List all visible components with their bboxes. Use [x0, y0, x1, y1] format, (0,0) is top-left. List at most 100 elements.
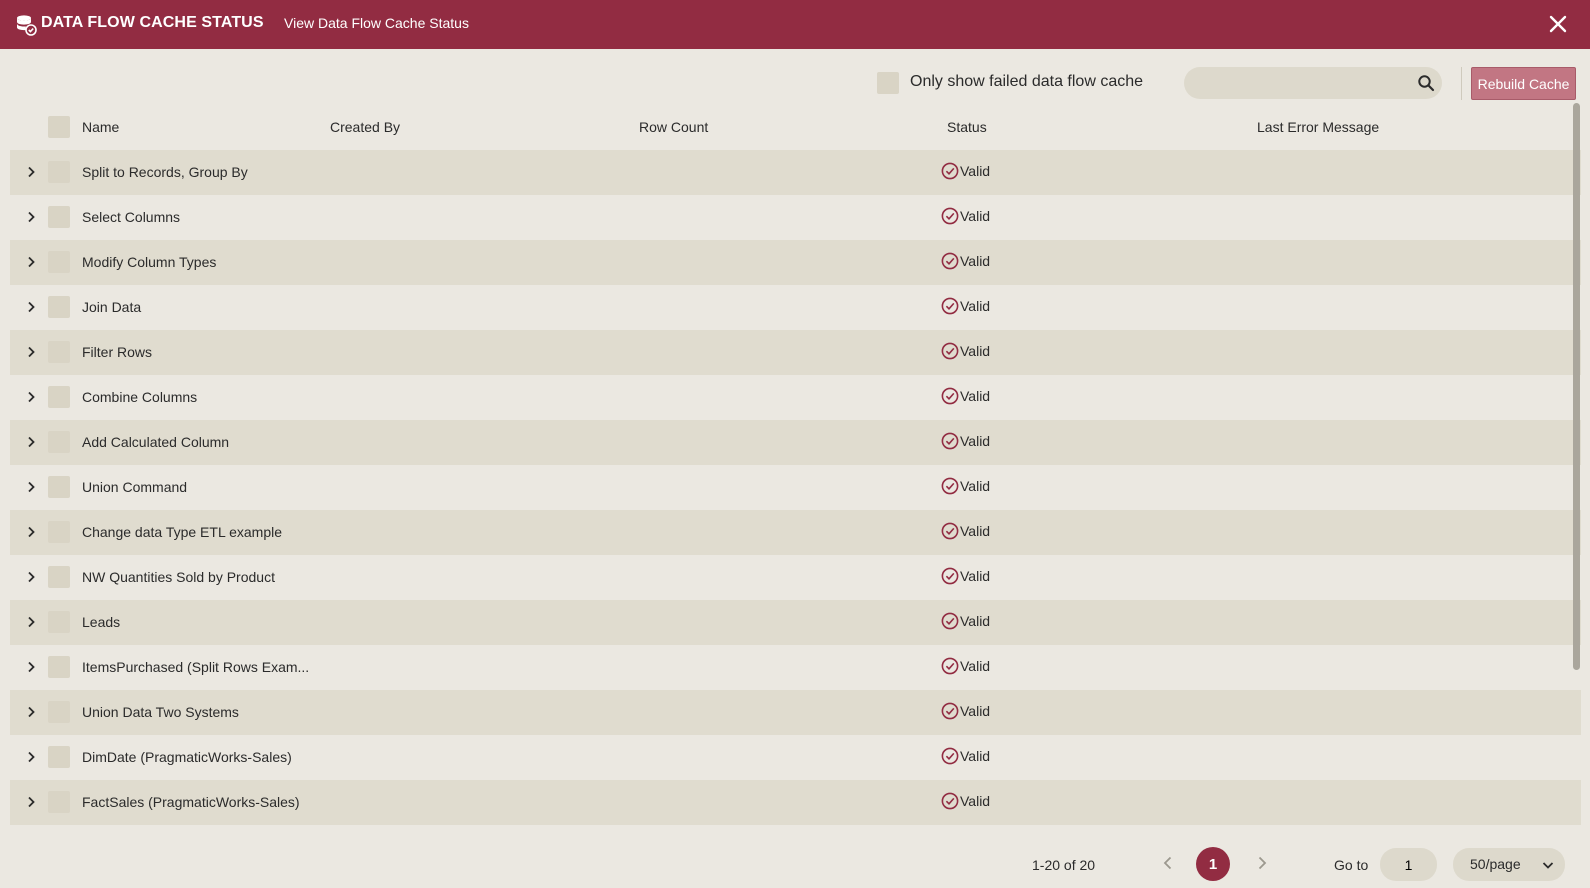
table-row[interactable]: Join Data Valid — [10, 285, 1581, 330]
page-subtitle: View Data Flow Cache Status — [284, 15, 469, 31]
check-circle-icon — [941, 612, 959, 630]
chevron-right-icon[interactable] — [24, 300, 38, 314]
search-input[interactable] — [1198, 73, 1398, 93]
row-status: Valid — [941, 747, 990, 765]
rebuild-cache-button[interactable]: Rebuild Cache — [1471, 67, 1576, 100]
pagination-summary: 1-20 of 20 — [1032, 857, 1096, 873]
row-checkbox[interactable] — [48, 611, 70, 633]
row-checkbox[interactable] — [48, 791, 70, 813]
table-row[interactable]: Modify Column Types Valid — [10, 240, 1581, 285]
chevron-right-icon[interactable] — [24, 615, 38, 629]
row-name: Split to Records, Group By — [82, 164, 248, 180]
page-button-current[interactable]: 1 — [1196, 847, 1230, 881]
check-circle-icon — [941, 297, 959, 315]
page-size-value: 50/page — [1470, 856, 1521, 872]
goto-page-input[interactable] — [1380, 848, 1437, 881]
select-all-checkbox[interactable] — [48, 116, 70, 138]
row-checkbox[interactable] — [48, 341, 70, 363]
chevron-right-icon[interactable] — [24, 210, 38, 224]
close-icon[interactable] — [1547, 13, 1569, 35]
table-row[interactable]: ItemsPurchased (Split Rows Exam... Valid — [10, 645, 1581, 690]
column-header-created-by[interactable]: Created By — [330, 119, 400, 135]
table-row[interactable]: NW Quantities Sold by Product Valid — [10, 555, 1581, 600]
row-status-text: Valid — [960, 748, 991, 764]
table-row[interactable]: Combine Columns Valid — [10, 375, 1581, 420]
row-status: Valid — [941, 792, 990, 810]
search-box[interactable] — [1184, 67, 1442, 99]
row-status: Valid — [941, 702, 990, 720]
row-name: Add Calculated Column — [82, 434, 230, 450]
check-circle-icon — [941, 522, 959, 540]
row-checkbox[interactable] — [48, 656, 70, 678]
chevron-right-icon[interactable] — [24, 750, 38, 764]
row-checkbox[interactable] — [48, 296, 70, 318]
check-circle-icon — [941, 477, 959, 495]
row-status: Valid — [941, 612, 990, 630]
table-row[interactable]: Select Columns Valid — [10, 195, 1581, 240]
row-status-text: Valid — [960, 388, 991, 404]
table-body: Split to Records, Group By Valid Select Co… — [10, 150, 1581, 825]
row-checkbox[interactable] — [48, 701, 70, 723]
row-checkbox[interactable] — [48, 206, 70, 228]
chevron-right-icon[interactable] — [24, 255, 38, 269]
table-row[interactable]: Leads Valid — [10, 600, 1581, 645]
table-row[interactable]: FactSales (PragmaticWorks-Sales) Valid — [10, 780, 1581, 825]
column-header-status[interactable]: Status — [947, 119, 987, 135]
row-name: NW Quantities Sold by Product — [82, 569, 275, 585]
chevron-right-icon[interactable] — [24, 705, 38, 719]
row-checkbox[interactable] — [48, 566, 70, 588]
table-row[interactable]: Union Data Two Systems Valid — [10, 690, 1581, 735]
row-name: Leads — [82, 614, 121, 630]
column-header-name[interactable]: Name — [82, 119, 119, 135]
column-header-last-error[interactable]: Last Error Message — [1257, 119, 1379, 135]
table-row[interactable]: Union Command Valid — [10, 465, 1581, 510]
chevron-right-icon[interactable] — [24, 660, 38, 674]
row-status: Valid — [941, 477, 990, 495]
column-header-row-count[interactable]: Row Count — [639, 119, 708, 135]
table-row[interactable]: Change data Type ETL example Valid — [10, 510, 1581, 555]
row-status: Valid — [941, 342, 990, 360]
row-checkbox[interactable] — [48, 521, 70, 543]
vertical-scrollbar[interactable] — [1573, 103, 1580, 670]
failed-only-checkbox[interactable] — [877, 72, 899, 94]
chevron-right-icon[interactable] — [24, 165, 38, 179]
row-status: Valid — [941, 657, 990, 675]
row-status-text: Valid — [960, 163, 991, 179]
row-name: Join Data — [82, 299, 142, 315]
cache-table: Name Created By Row Count Status Last Er… — [10, 106, 1581, 825]
search-icon[interactable] — [1417, 74, 1435, 92]
row-status-text: Valid — [960, 793, 991, 809]
row-checkbox[interactable] — [48, 431, 70, 453]
table-row[interactable]: Add Calculated Column Valid — [10, 420, 1581, 465]
check-circle-icon — [941, 567, 959, 585]
row-status: Valid — [941, 522, 990, 540]
row-status: Valid — [941, 432, 990, 450]
row-status-text: Valid — [960, 253, 991, 269]
row-checkbox[interactable] — [48, 161, 70, 183]
check-circle-icon — [941, 207, 959, 225]
table-row[interactable]: Filter Rows Valid — [10, 330, 1581, 375]
table-row[interactable]: DimDate (PragmaticWorks-Sales) Valid — [10, 735, 1581, 780]
chevron-right-icon[interactable] — [24, 795, 38, 809]
toolbar-divider — [1461, 67, 1462, 100]
chevron-right-icon[interactable] — [1254, 855, 1270, 871]
row-name: Combine Columns — [82, 389, 198, 405]
chevron-left-icon[interactable] — [1160, 855, 1176, 871]
row-status-text: Valid — [960, 703, 991, 719]
row-checkbox[interactable] — [48, 251, 70, 273]
chevron-right-icon[interactable] — [24, 435, 38, 449]
chevron-right-icon[interactable] — [24, 480, 38, 494]
page-size-select[interactable]: 50/page — [1453, 848, 1565, 881]
row-checkbox[interactable] — [48, 476, 70, 498]
chevron-right-icon[interactable] — [24, 525, 38, 539]
row-status: Valid — [941, 162, 990, 180]
row-name: Filter Rows — [82, 344, 153, 360]
row-checkbox[interactable] — [48, 746, 70, 768]
chevron-right-icon[interactable] — [24, 345, 38, 359]
chevron-right-icon[interactable] — [24, 390, 38, 404]
row-name: Change data Type ETL example — [82, 524, 283, 540]
chevron-right-icon[interactable] — [24, 570, 38, 584]
table-row[interactable]: Split to Records, Group By Valid — [10, 150, 1581, 195]
row-name: Select Columns — [82, 209, 181, 225]
row-checkbox[interactable] — [48, 386, 70, 408]
